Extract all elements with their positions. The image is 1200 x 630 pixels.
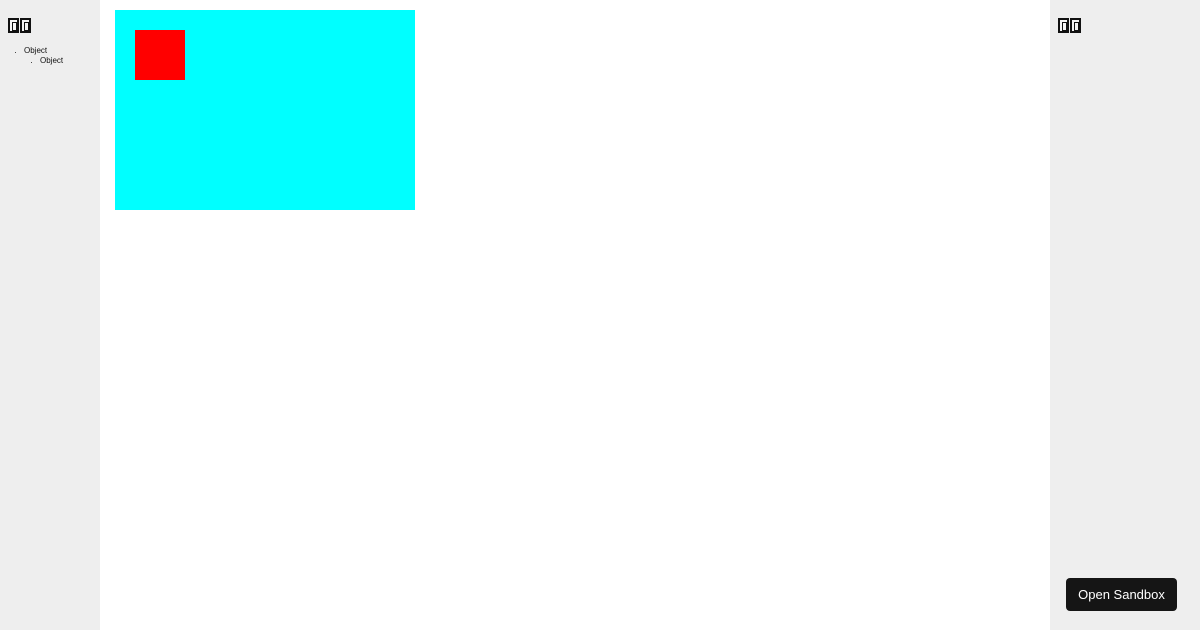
tree-item-child-object[interactable]: Object xyxy=(40,56,63,66)
render-stage xyxy=(100,0,1050,630)
tree-item-label[interactable]: Object xyxy=(24,46,47,55)
scene-tree-heading: □□ xyxy=(8,18,31,38)
app-window: □□ Object Object □□ Open Sandbox xyxy=(0,0,1200,630)
properties-panel: □□ xyxy=(1050,0,1200,630)
outer-object-box[interactable] xyxy=(115,10,415,210)
object-tree-children: Object xyxy=(24,56,63,66)
missing-glyph-icon xyxy=(20,18,31,33)
missing-glyph-icon xyxy=(1070,18,1081,33)
missing-glyph-icon xyxy=(1058,18,1069,33)
scene-tree-panel: □□ Object Object xyxy=(0,0,100,630)
tree-item-label[interactable]: Object xyxy=(40,56,63,65)
missing-glyph-icon xyxy=(8,18,19,33)
open-sandbox-button[interactable]: Open Sandbox xyxy=(1066,578,1177,611)
object-tree: Object Object xyxy=(0,46,63,66)
tree-item-object[interactable]: Object Object xyxy=(24,46,63,66)
inner-object-box[interactable] xyxy=(135,30,185,80)
properties-heading: □□ xyxy=(1058,18,1081,38)
